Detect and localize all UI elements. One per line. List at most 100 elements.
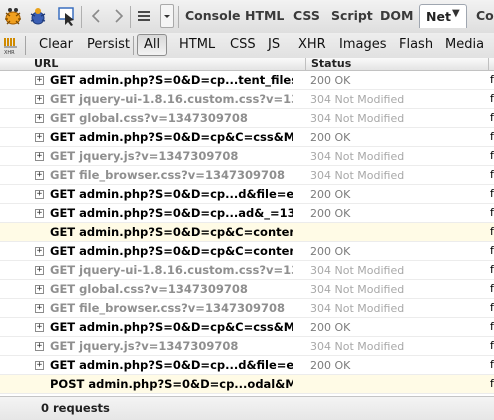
expand-toggle-icon[interactable]: + <box>35 285 44 294</box>
request-url[interactable]: GET jquery-ui-1.8.16.custom.css?v=134730 <box>50 263 293 277</box>
filter-css-button[interactable]: CSS <box>230 37 256 52</box>
request-status: 200 OK <box>310 207 351 220</box>
request-url[interactable]: GET admin.php?S=0&D=cp...d&file=ext_scr <box>50 358 293 372</box>
request-url[interactable]: GET jquery.js?v=1347309708 <box>50 339 293 353</box>
request-url[interactable]: GET file_browser.css?v=1347309708 <box>50 301 293 315</box>
column-divider[interactable] <box>488 58 489 70</box>
request-domain-clipped: f <box>490 130 494 143</box>
request-url[interactable]: GET global.css?v=1347309708 <box>50 282 293 296</box>
request-row[interactable]: + GET admin.php?S=0&D=cp...ad&_=135145 200… <box>0 204 494 223</box>
request-domain-clipped: f <box>490 358 494 371</box>
expand-toggle-icon[interactable]: + <box>35 266 44 275</box>
request-domain-clipped: f <box>490 92 494 105</box>
request-row[interactable]: + GET jquery.js?v=1347309708 304 Not Modif… <box>0 147 494 166</box>
filter-images-button[interactable]: Images <box>339 37 387 52</box>
firebug-icon[interactable] <box>2 5 24 27</box>
filter-all-button[interactable]: All <box>137 34 167 56</box>
tab-net-label: Net <box>426 9 451 24</box>
chevron-left-icon[interactable] <box>86 5 108 27</box>
request-domain-clipped: f <box>490 377 494 390</box>
request-url[interactable]: GET global.css?v=1347309708 <box>50 111 293 125</box>
clear-button[interactable]: Clear <box>39 37 73 52</box>
request-row[interactable]: + GET global.css?v=1347309708 304 Not Modi… <box>0 280 494 299</box>
svg-text:XHR: XHR <box>4 50 15 55</box>
expand-toggle-icon[interactable]: + <box>35 323 44 332</box>
tab-css[interactable]: CSS <box>293 8 320 23</box>
tab-net[interactable]: Net ▼ <box>419 4 467 28</box>
request-row[interactable]: + GET admin.php?S=0&D=cp...d&file=ext_scr… <box>0 185 494 204</box>
request-row[interactable]: + GET file_browser.css?v=1347309708 304 No… <box>0 299 494 318</box>
request-row[interactable]: + GET jquery.js?v=1347309708 304 Not Modif… <box>0 337 494 356</box>
request-url[interactable]: GET file_browser.css?v=1347309708 <box>50 168 293 182</box>
tab-console[interactable]: Console <box>185 8 240 23</box>
request-url[interactable]: GET jquery-ui-1.8.16.custom.css?v=134730 <box>50 92 293 106</box>
request-url[interactable]: GET admin.php?S=0&D=cp&C=css&M=cp_ <box>50 320 293 334</box>
request-domain-clipped: f <box>490 244 494 257</box>
request-url[interactable]: GET admin.php?S=0&D=cp...d&file=ext_scr <box>50 187 293 201</box>
expand-toggle-icon[interactable]: + <box>35 152 44 161</box>
request-url[interactable]: GET admin.php?S=0&D=cp&C=css&M=cp_ <box>50 130 293 144</box>
expand-toggle-icon[interactable]: + <box>35 304 44 313</box>
filter-flash-button[interactable]: Flash <box>399 37 433 52</box>
request-row[interactable]: + GET jquery-ui-1.8.16.custom.css?v=13473… <box>0 261 494 280</box>
request-row[interactable]: POST admin.php?S=0&D=cp...odal&M=uplo f <box>0 375 494 394</box>
expand-toggle-icon[interactable]: + <box>35 171 44 180</box>
expand-toggle-icon[interactable]: + <box>35 114 44 123</box>
request-row[interactable]: + GET admin.php?S=0&D=cp&C=css&M=cp_ 200 O… <box>0 318 494 337</box>
menu-icon[interactable] <box>134 5 156 27</box>
request-url[interactable]: GET admin.php?S=0&D=cp&C=content_file <box>50 244 293 258</box>
request-status: 304 Not Modified <box>310 283 405 296</box>
menu-dropdown-button[interactable] <box>160 4 174 28</box>
request-status: 200 OK <box>310 188 351 201</box>
expand-toggle-icon[interactable]: + <box>35 361 44 370</box>
summary-row: 0 requests <box>0 396 494 420</box>
expand-toggle-icon[interactable]: + <box>35 209 44 218</box>
expand-toggle-icon[interactable]: + <box>35 95 44 104</box>
request-status: 304 Not Modified <box>310 302 405 315</box>
request-row[interactable]: + GET admin.php?S=0&D=cp&C=content_file 20… <box>0 242 494 261</box>
column-status[interactable]: Status <box>311 57 351 70</box>
tab-html[interactable]: HTML <box>245 8 284 23</box>
request-row[interactable]: + GET global.css?v=1347309708 304 Not Modi… <box>0 109 494 128</box>
request-url[interactable]: GET jquery.js?v=1347309708 <box>50 149 293 163</box>
request-row[interactable]: + GET admin.php?S=0&D=cp&C=css&M=cp_ 200 O… <box>0 128 494 147</box>
column-divider[interactable] <box>305 58 306 70</box>
request-row[interactable]: + GET admin.php?S=0&D=cp...tent_files&M= 2… <box>0 71 494 90</box>
request-status: 304 Not Modified <box>310 169 405 182</box>
request-domain-clipped: f <box>490 301 494 314</box>
request-url[interactable]: GET admin.php?S=0&D=cp&C=content_file <box>50 225 293 239</box>
toolbar-separator <box>178 6 179 28</box>
request-domain-clipped: f <box>490 320 494 333</box>
expand-toggle-icon[interactable]: + <box>35 190 44 199</box>
filter-xhr-button[interactable]: XHR <box>298 37 326 52</box>
request-row[interactable]: + GET admin.php?S=0&D=cp...d&file=ext_scr… <box>0 356 494 375</box>
request-url[interactable]: GET admin.php?S=0&D=cp...tent_files&M= <box>50 73 293 87</box>
expand-toggle-icon[interactable]: + <box>35 342 44 351</box>
request-row[interactable]: + GET jquery-ui-1.8.16.custom.css?v=13473… <box>0 90 494 109</box>
request-status: 200 OK <box>310 131 351 144</box>
request-row[interactable]: GET admin.php?S=0&D=cp&C=content_file f <box>0 223 494 242</box>
tab-cookies[interactable]: Coo <box>476 8 494 23</box>
request-status: 304 Not Modified <box>310 112 405 125</box>
expand-toggle-icon[interactable]: + <box>35 76 44 85</box>
tab-dom[interactable]: DOM <box>380 8 413 23</box>
filter-js-button[interactable]: JS <box>268 37 280 52</box>
tab-script[interactable]: Script <box>331 8 373 23</box>
chevron-down-icon[interactable]: ▼ <box>452 8 460 19</box>
filter-media-button[interactable]: Media <box>445 37 484 52</box>
expand-toggle-icon[interactable]: + <box>35 247 44 256</box>
request-url[interactable]: POST admin.php?S=0&D=cp...odal&M=uplo <box>50 377 293 391</box>
request-domain-clipped: f <box>490 339 494 352</box>
request-count: 0 requests <box>41 401 110 415</box>
filter-html-button[interactable]: HTML <box>179 37 215 52</box>
toolbar-separator <box>81 6 82 28</box>
bug-icon[interactable] <box>27 5 49 27</box>
column-url[interactable]: URL <box>34 57 58 70</box>
chevron-right-icon[interactable] <box>107 5 129 27</box>
request-domain-clipped: f <box>490 73 494 86</box>
persist-button[interactable]: Persist <box>87 37 130 52</box>
inspect-icon[interactable] <box>56 5 78 27</box>
request-url[interactable]: GET admin.php?S=0&D=cp...ad&_=135145 <box>50 206 293 220</box>
request-row[interactable]: + GET file_browser.css?v=1347309708 304 No… <box>0 166 494 185</box>
expand-toggle-icon[interactable]: + <box>35 133 44 142</box>
